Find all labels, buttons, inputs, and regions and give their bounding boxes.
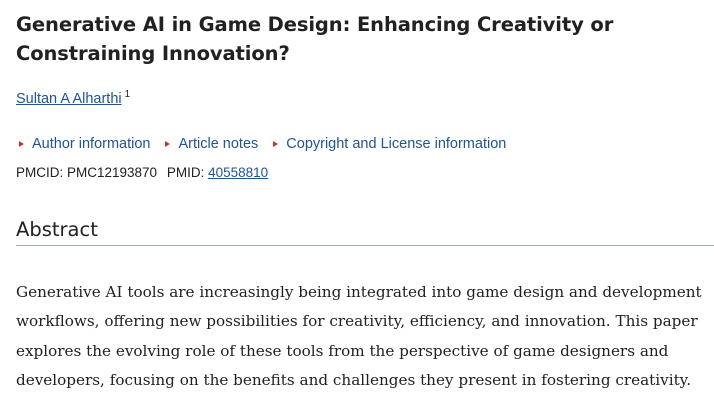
pmid-link[interactable]: 40558810 [208,165,268,180]
pmcid-text: PMCID: PMC12193870 [16,164,158,180]
article-identifiers: PMCID: PMC12193870 PMID: 40558810 [16,163,714,183]
article-notes-toggle[interactable]: Article notes [162,134,258,154]
abstract-text: Generative AI tools are increasingly bei… [16,282,702,390]
author-list: Sultan A Alharthi 1 [16,85,714,109]
triangle-right-icon [273,140,279,147]
author-information-toggle[interactable]: Author information [16,134,150,154]
abstract-heading: Abstract [16,217,714,246]
article-page: Generative AI in Game Design: Enhancing … [16,10,714,396]
author-affiliation-marker: 1 [124,89,131,100]
article-title: Generative AI in Game Design: Enhancing … [16,13,614,65]
triangle-right-icon [19,140,24,147]
toggle-label: Article notes [178,135,259,152]
article-info-toggles: Author information Article notes Copyrig… [16,134,714,154]
toggle-label: Copyright and License information [286,135,507,152]
toggle-label: Author information [32,135,151,152]
pmid-label: PMID: [166,164,205,180]
copyright-license-toggle[interactable]: Copyright and License information [270,134,506,154]
triangle-right-icon [165,140,171,147]
author-link[interactable]: Sultan A Alharthi [16,91,122,107]
